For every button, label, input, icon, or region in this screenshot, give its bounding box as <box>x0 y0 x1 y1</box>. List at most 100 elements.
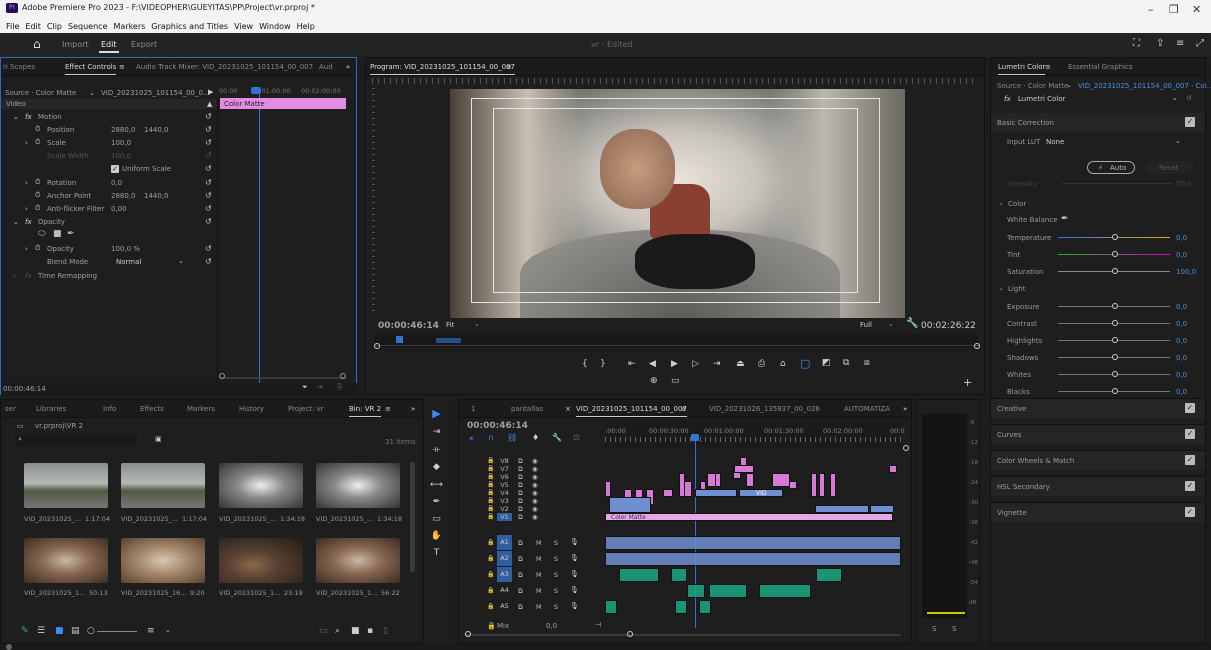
clip-thumbnail[interactable] <box>316 538 400 583</box>
section-header[interactable] <box>991 424 1205 444</box>
chevron-down-icon[interactable]: ⌄ <box>474 320 480 328</box>
reset-rotation-icon[interactable]: ↺ <box>205 178 212 187</box>
reset-uniform-icon[interactable]: ↺ <box>205 164 212 173</box>
compare-icon[interactable]: ⧉ <box>843 358 849 368</box>
trash-icon[interactable]: ▯ <box>383 626 388 636</box>
track-label[interactable]: A3 <box>497 567 512 582</box>
section-checkbox[interactable]: ✓ <box>1185 429 1195 439</box>
overflow-icon[interactable]: » <box>903 405 907 413</box>
tab-info[interactable]: Info <box>103 405 116 413</box>
track-label[interactable]: V2 <box>497 505 512 513</box>
video-clip[interactable] <box>715 473 721 487</box>
tab-lumetri-color[interactable]: Lumetri Color <box>998 63 1046 75</box>
menu-sequence[interactable]: Sequence <box>68 22 107 31</box>
lock-icon[interactable]: 🔒 <box>487 489 494 496</box>
slider-knob[interactable] <box>1112 337 1118 343</box>
solo-button[interactable]: S <box>554 603 558 611</box>
icon-view-icon[interactable]: ■ <box>55 626 64 636</box>
export-icon[interactable]: ⇥ <box>317 383 323 391</box>
sync-lock-icon[interactable]: ⧉ <box>518 587 523 596</box>
stopwatch-icon[interactable]: ⏱ <box>35 191 40 200</box>
input-lut-select[interactable]: None <box>1046 138 1064 146</box>
reset-opacity-fx-icon[interactable]: ↺ <box>205 217 212 226</box>
lock-icon[interactable]: 🔒 <box>487 622 496 630</box>
reset-icon[interactable]: ↺ <box>1186 94 1192 102</box>
search-icon[interactable]: ⌕ <box>335 626 340 636</box>
track-label[interactable]: A1 <box>497 535 512 550</box>
program-playhead[interactable] <box>396 336 403 343</box>
zoom-handle-left[interactable] <box>219 373 225 379</box>
nest-icon[interactable]: ⚹ <box>469 433 474 443</box>
clip-thumbnail[interactable] <box>24 538 108 583</box>
tab-markers[interactable]: Markers <box>187 405 215 413</box>
section-checkbox[interactable]: ✓ <box>1185 455 1195 465</box>
slider-value[interactable]: 0,0 <box>1176 371 1187 379</box>
search-field[interactable] <box>15 435 137 446</box>
new-bin-icon[interactable]: ▣ <box>155 435 162 443</box>
tab-pantallas[interactable]: pantallas <box>511 405 543 413</box>
solo-button[interactable]: S <box>554 587 558 595</box>
rect-mask-icon[interactable]: ■ <box>53 229 62 239</box>
slider-value[interactable]: 0,0 <box>1176 337 1187 345</box>
microphone-icon[interactable]: 🎙 <box>570 602 579 610</box>
tab-user[interactable]: ser <box>5 405 16 413</box>
quality-select[interactable]: Full <box>860 321 872 329</box>
track-label[interactable]: V6 <box>497 473 512 481</box>
play-icon[interactable]: ▶ <box>671 359 678 369</box>
program-title[interactable]: Program: VID_20231025_101154_00_007 <box>370 63 515 75</box>
ellipse-mask-icon[interactable]: ⬭ <box>38 229 46 239</box>
reset-position-icon[interactable]: ↺ <box>205 125 212 134</box>
tab-libraries[interactable]: Libraries <box>36 405 66 413</box>
slider-knob[interactable] <box>1112 303 1118 309</box>
eye-icon[interactable]: ◉ <box>532 473 538 481</box>
tab-audio[interactable]: Aud <box>319 63 333 71</box>
list-view-icon[interactable]: ☰ <box>37 626 45 636</box>
menu-view[interactable]: View <box>234 22 253 31</box>
microphone-icon[interactable]: 🎙 <box>570 538 579 546</box>
eye-icon[interactable]: ◉ <box>532 465 538 473</box>
track-label[interactable]: V3 <box>497 497 512 505</box>
panel-menu-icon[interactable]: ≡ <box>385 405 391 413</box>
lock-icon[interactable]: 🔒 <box>487 457 494 464</box>
captions-icon[interactable]: ⊡ <box>573 433 580 442</box>
lift-icon[interactable]: ⏏ <box>736 359 745 369</box>
lock-icon[interactable]: 🔒 <box>487 603 494 610</box>
uniform-scale-checkbox[interactable]: ✓ <box>111 165 119 173</box>
slider-knob[interactable] <box>1112 320 1118 326</box>
tab-active-sequence[interactable]: VID_20231025_101154_00_007 <box>576 405 687 417</box>
tab-history[interactable]: History <box>239 405 264 413</box>
panel-menu-icon[interactable]: ≡ <box>119 63 125 71</box>
tab-edit[interactable]: Edit <box>101 40 117 49</box>
microphone-icon[interactable]: 🎙 <box>570 586 579 594</box>
zoom-slider[interactable] <box>97 631 137 632</box>
chevron-down-icon[interactable]: ⌄ <box>1175 137 1181 145</box>
hscroll-left[interactable] <box>465 631 471 637</box>
slider-value[interactable]: 0,0 <box>1176 234 1187 242</box>
vr-view-icon[interactable]: ◩ <box>822 358 831 368</box>
menu-help[interactable]: Help <box>297 22 315 31</box>
track-label[interactable]: A5 <box>497 599 512 614</box>
step-forward-icon[interactable]: ▷ <box>692 359 699 369</box>
zoom-handle-icon[interactable]: ○ <box>87 626 95 636</box>
tab-effects[interactable]: Effects <box>140 405 164 413</box>
tab-effect-controls[interactable]: Effect Controls <box>65 63 117 75</box>
audio-clip[interactable] <box>675 600 687 614</box>
ec-timecode[interactable]: 00:00:46:14 <box>3 385 46 393</box>
pen-tool-icon[interactable]: ✒ <box>430 497 443 509</box>
position-y[interactable]: 1440,0 <box>144 126 169 134</box>
audio-clip[interactable] <box>709 584 747 598</box>
hand-tool-icon[interactable]: ✋ <box>430 531 443 543</box>
v-scroll-handle[interactable] <box>903 445 909 451</box>
solo-button[interactable]: S <box>554 539 558 547</box>
audio-clip[interactable] <box>816 568 842 582</box>
light-expand-icon[interactable]: ⌄ <box>998 284 1004 292</box>
video-clip[interactable] <box>819 473 825 497</box>
hscroll-right[interactable] <box>627 631 633 637</box>
audio-clip[interactable] <box>605 552 901 566</box>
slider-value[interactable]: 0,0 <box>1176 388 1187 396</box>
lock-icon[interactable]: 🔒 <box>487 587 494 594</box>
lock-icon[interactable]: 🔒 <box>487 481 494 488</box>
clip-thumbnail[interactable] <box>24 463 108 508</box>
track-label[interactable]: V8 <box>497 457 512 465</box>
solo-right[interactable]: S <box>952 625 956 633</box>
